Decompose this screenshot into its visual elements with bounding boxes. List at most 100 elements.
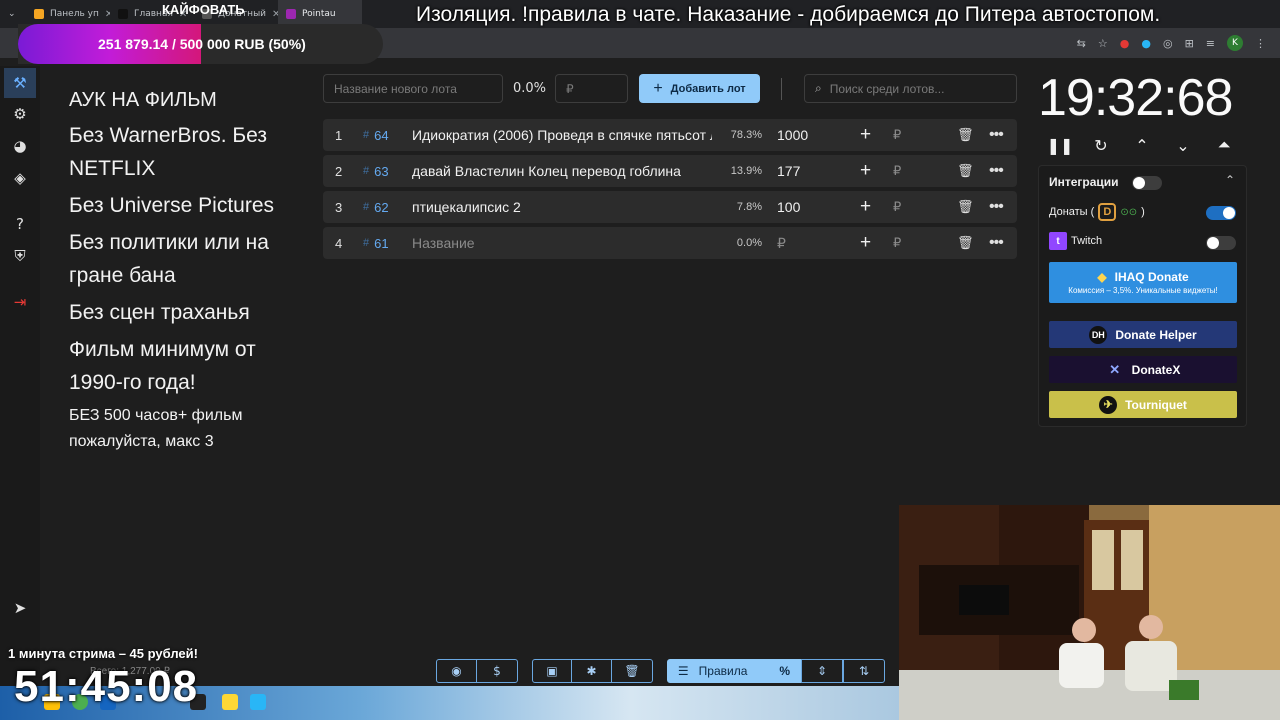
trash-icon[interactable]: 🗑 bbox=[957, 155, 974, 187]
lot-row: 2 #63 давай Властелин Колец перевод гобл… bbox=[323, 155, 1017, 187]
twitch-row: t Twitch bbox=[1049, 232, 1102, 250]
logout-icon[interactable]: ⇥ bbox=[10, 292, 30, 312]
add-amount-icon[interactable]: + bbox=[860, 119, 871, 151]
lot-percent: 78.3% bbox=[730, 129, 762, 141]
donationalerts-icon: D bbox=[1098, 203, 1117, 221]
lot-id[interactable]: #64 bbox=[363, 119, 389, 151]
auction-timer: 19:32:68 bbox=[1038, 69, 1233, 127]
add-lot-label: Добавить лот bbox=[670, 82, 746, 95]
lot-id[interactable]: #61 bbox=[363, 227, 389, 259]
integrations-toggle[interactable] bbox=[1132, 176, 1162, 190]
rules-button[interactable]: ☰ Правила% bbox=[667, 659, 801, 683]
lot-name[interactable]: давай Властелин Колец перевод гоблина bbox=[412, 155, 712, 187]
trash-icon[interactable]: 🗑 bbox=[957, 227, 974, 259]
pie-chart-icon[interactable]: ◕ bbox=[10, 136, 30, 156]
rules-item: Без сцен траханья bbox=[69, 301, 250, 324]
extension-icon[interactable]: ● bbox=[1141, 37, 1151, 50]
chevron-down-icon[interactable]: ⌄ bbox=[1172, 134, 1194, 156]
more-options-icon[interactable]: ••• bbox=[989, 119, 1004, 151]
lot-amount[interactable]: 177 bbox=[777, 155, 800, 187]
lot-name[interactable]: Название bbox=[412, 227, 712, 259]
ihaq-logo-icon: ◆ bbox=[1097, 270, 1107, 284]
reset-icon[interactable]: ↻ bbox=[1090, 134, 1112, 156]
lot-extra-amount-input[interactable]: ₽ bbox=[893, 227, 901, 259]
rules-item: Без WarnerBros. Без NETFLIX bbox=[69, 124, 268, 180]
lot-extra-amount-input[interactable]: ₽ bbox=[893, 191, 901, 223]
help-icon[interactable]: ? bbox=[10, 214, 30, 234]
more-options-icon[interactable]: ••• bbox=[989, 191, 1004, 223]
add-amount-icon[interactable]: + bbox=[860, 155, 871, 187]
split-icon[interactable]: ⇕ bbox=[801, 659, 843, 683]
donations-suffix: ) bbox=[1141, 206, 1145, 218]
github-icon[interactable]: ◉ bbox=[436, 659, 477, 683]
donatex-button[interactable]: ✕ DonateX bbox=[1049, 356, 1237, 383]
new-lot-amount-input[interactable]: ₽ bbox=[555, 74, 628, 103]
lot-id[interactable]: #63 bbox=[363, 155, 389, 187]
rules-item: Без политики или на гране бана bbox=[69, 231, 269, 287]
lot-toolbar: Название нового лота 0.0% ₽ + Добавить ло… bbox=[323, 74, 1023, 104]
trash-icon[interactable]: 🗑 bbox=[957, 119, 974, 151]
translate-icon[interactable]: ⇆ bbox=[1077, 37, 1086, 50]
integrations-panel: Интеграции ⌃ Донаты ( D ⊙⊙ ) t Twitch ◆ I… bbox=[1038, 165, 1247, 427]
donation-goal-bar: 251 879.14 / 500 000 RUB (50%) bbox=[18, 24, 383, 64]
chevron-up-icon[interactable]: ⌃ bbox=[1131, 134, 1153, 156]
double-chevron-up-icon[interactable]: ⏶ bbox=[1213, 134, 1235, 156]
lot-name[interactable]: птицекалипсис 2 bbox=[412, 191, 712, 223]
gear-icon[interactable]: ⚙ bbox=[10, 104, 30, 124]
auction-gavel-icon[interactable]: ⚒ bbox=[4, 68, 36, 98]
add-lot-button[interactable]: + Добавить лот bbox=[639, 74, 760, 103]
webcam-image bbox=[899, 505, 1280, 720]
profile-avatar[interactable]: K bbox=[1227, 35, 1243, 51]
telegram-icon[interactable]: ➤ bbox=[10, 598, 30, 618]
bug-icon[interactable]: ✱ bbox=[571, 659, 612, 683]
donations-toggle[interactable] bbox=[1206, 206, 1236, 220]
tourniquet-label: Tourniquet bbox=[1125, 397, 1187, 412]
donate-helper-button[interactable]: DH Donate Helper bbox=[1049, 321, 1237, 348]
bookmark-star-icon[interactable]: ☆ bbox=[1098, 37, 1108, 50]
twitch-toggle[interactable] bbox=[1206, 236, 1236, 250]
layers-icon[interactable]: ◈ bbox=[10, 168, 30, 188]
extension-icon[interactable]: ◎ bbox=[1163, 37, 1173, 50]
lot-extra-amount-input[interactable]: ₽ bbox=[893, 119, 901, 151]
new-lot-name-input[interactable]: Название нового лота bbox=[323, 74, 503, 103]
integrations-title: Интеграции bbox=[1049, 175, 1119, 189]
lot-id-value: 63 bbox=[374, 163, 389, 179]
donate-dollar-icon[interactable]: $ bbox=[476, 659, 518, 683]
add-amount-icon[interactable]: + bbox=[860, 191, 871, 223]
tourniquet-button[interactable]: ✈ Tourniquet bbox=[1049, 391, 1237, 418]
twitch-icon: t bbox=[1049, 232, 1067, 250]
search-input[interactable]: ⌕ Поиск среди лотов... bbox=[804, 74, 1017, 103]
puzzle-icon[interactable]: ⊞ bbox=[1185, 37, 1194, 50]
trash-icon[interactable]: 🗑 bbox=[957, 191, 974, 223]
lot-id[interactable]: #62 bbox=[363, 191, 389, 223]
save-icon[interactable]: ▣ bbox=[532, 659, 572, 683]
ihaq-donate-button[interactable]: ◆ IHAQ Donate Комиссия – 3,5%. Уникальные… bbox=[1049, 262, 1237, 303]
lot-index: 1 bbox=[335, 127, 343, 143]
lot-extra-amount-input[interactable]: ₽ bbox=[893, 155, 901, 187]
sort-icon[interactable]: ⇅ bbox=[843, 659, 885, 683]
tab-label: Pointau bbox=[302, 9, 336, 19]
lot-amount[interactable]: ₽ bbox=[777, 227, 786, 259]
lot-amount[interactable]: 1000 bbox=[777, 119, 808, 151]
tab-label: Панель уп bbox=[50, 9, 99, 19]
chevron-up-icon[interactable]: ⌃ bbox=[1225, 173, 1235, 187]
lot-index: 3 bbox=[335, 199, 343, 215]
lot-index: 2 bbox=[335, 163, 343, 179]
app-icon[interactable] bbox=[250, 694, 266, 710]
pause-icon[interactable]: ❚❚ bbox=[1047, 134, 1074, 156]
more-options-icon[interactable]: ••• bbox=[989, 227, 1004, 259]
rules-item: Без Universe Pictures bbox=[69, 194, 275, 217]
media-icon[interactable]: ≡ bbox=[1206, 37, 1215, 50]
rules-item: Фильм минимум от 1990-го года! bbox=[69, 338, 256, 394]
lot-percent: 0.0% bbox=[736, 237, 762, 249]
add-amount-icon[interactable]: + bbox=[860, 227, 871, 259]
donate-helper-label: Donate Helper bbox=[1115, 327, 1197, 342]
clear-lots-icon[interactable]: 🗑 bbox=[611, 659, 653, 683]
lot-amount[interactable]: 100 bbox=[777, 191, 800, 223]
more-options-icon[interactable]: ••• bbox=[989, 155, 1004, 187]
kebab-menu-icon[interactable]: ⋮ bbox=[1255, 37, 1266, 50]
lock-icon[interactable] bbox=[222, 694, 238, 710]
lot-name[interactable]: Идиократия (2006) Проведя в спячке пятьс… bbox=[412, 119, 712, 151]
adblock-icon[interactable]: ● bbox=[1120, 37, 1130, 50]
shield-icon[interactable]: ⛨ bbox=[10, 246, 30, 266]
